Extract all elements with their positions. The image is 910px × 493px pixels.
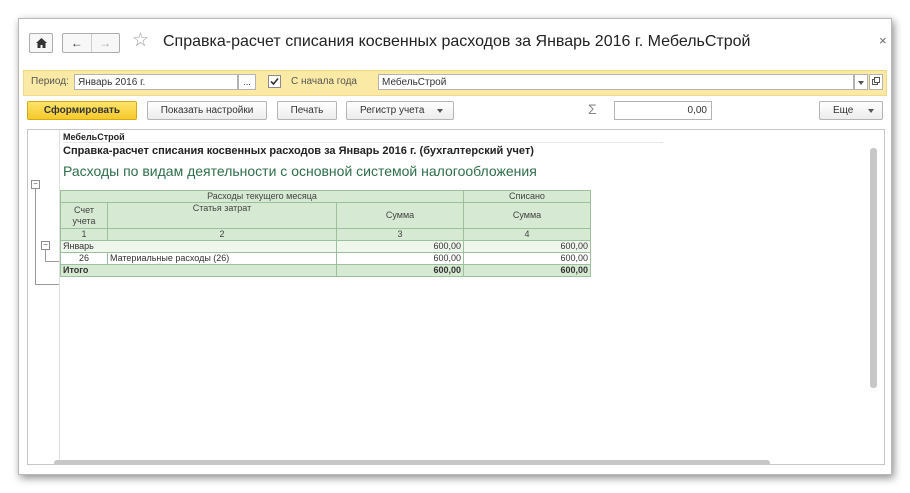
header-account: Счет учета bbox=[60, 202, 108, 229]
sum-sigma-icon: Σ bbox=[588, 101, 597, 117]
back-arrow-icon[interactable]: ← bbox=[63, 34, 92, 52]
checkmark-icon bbox=[270, 77, 279, 86]
header-num-4: 4 bbox=[463, 228, 591, 241]
table-row[interactable]: 26 Материальные расходы (26) 600,00 600,… bbox=[60, 252, 591, 265]
collapse-report-icon[interactable]: − bbox=[31, 180, 40, 189]
open-window-icon bbox=[872, 77, 880, 85]
print-button[interactable]: Печать bbox=[277, 101, 337, 120]
more-button[interactable]: Еще bbox=[819, 101, 883, 120]
horizontal-scrollbar[interactable] bbox=[54, 460, 770, 464]
organization-input[interactable]: МебельСтрой bbox=[378, 74, 854, 90]
home-icon bbox=[35, 38, 47, 48]
home-button[interactable] bbox=[29, 33, 53, 53]
report-title: Справка-расчет списания косвенных расход… bbox=[63, 145, 534, 157]
header-sum: Сумма bbox=[336, 202, 464, 229]
report-table: Расходы текущего месяца Списано Счет уче… bbox=[60, 190, 591, 277]
tree-line bbox=[35, 284, 59, 285]
report-document[interactable]: − − МебельСтрой Справка-расчет списания … bbox=[27, 129, 885, 465]
report-parameters-bar: Период: Январь 2016 г. ... С начала года… bbox=[23, 70, 887, 96]
report-organization: МебельСтрой bbox=[63, 132, 663, 143]
title-bar: ← → ☆ Справка-расчет списания косвенных … bbox=[19, 19, 891, 67]
group-sum: 600,00 bbox=[336, 240, 464, 253]
report-window: ← → ☆ Справка-расчет списания косвенных … bbox=[18, 18, 892, 475]
tree-line bbox=[45, 250, 46, 261]
vertical-scrollbar[interactable] bbox=[870, 148, 877, 388]
total-sum: 600,00 bbox=[336, 264, 464, 277]
header-written-off: Списано bbox=[463, 190, 591, 203]
chevron-down-icon bbox=[868, 109, 874, 113]
total-row: Итого 600,00 600,00 bbox=[60, 264, 591, 277]
row-sum: 600,00 bbox=[336, 252, 464, 265]
row-written: 600,00 bbox=[463, 252, 591, 265]
group-row[interactable]: Январь 600,00 600,00 bbox=[60, 240, 591, 253]
generate-button[interactable]: Сформировать bbox=[27, 101, 137, 120]
group-label: Январь bbox=[60, 240, 337, 253]
favorite-star-icon[interactable]: ☆ bbox=[132, 31, 149, 51]
header-current-expenses: Расходы текущего месяца bbox=[60, 190, 464, 203]
tree-line bbox=[35, 189, 36, 284]
period-input[interactable]: Январь 2016 г. bbox=[74, 74, 238, 90]
report-subtitle: Расходы по видам деятельности с основной… bbox=[63, 163, 537, 179]
header-num-1: 1 bbox=[60, 228, 108, 241]
header-cost-item: Статья затрат bbox=[107, 202, 337, 229]
row-account: 26 bbox=[60, 252, 108, 265]
chevron-down-icon bbox=[858, 81, 864, 85]
register-button[interactable]: Регистр учета bbox=[346, 101, 454, 120]
more-label: Еще bbox=[833, 105, 854, 116]
organization-open-button[interactable] bbox=[869, 74, 883, 90]
row-cost-item: Материальные расходы (26) bbox=[107, 252, 337, 265]
chevron-down-icon bbox=[437, 109, 443, 113]
header-written-sum: Сумма bbox=[463, 202, 591, 229]
from-year-start-label: С начала года bbox=[291, 76, 357, 87]
total-written: 600,00 bbox=[463, 264, 591, 277]
header-num-3: 3 bbox=[336, 228, 464, 241]
forward-arrow-icon[interactable]: → bbox=[92, 34, 120, 52]
header-num-2: 2 bbox=[107, 228, 337, 241]
organization-dropdown-button[interactable] bbox=[854, 74, 868, 90]
period-label: Период: bbox=[31, 76, 69, 87]
period-select-button[interactable]: ... bbox=[238, 74, 256, 90]
show-settings-button[interactable]: Показать настройки bbox=[147, 101, 267, 120]
selected-sum-field: 0,00 bbox=[614, 101, 712, 120]
register-label: Регистр учета bbox=[360, 105, 425, 116]
from-year-start-checkbox[interactable] bbox=[268, 75, 281, 88]
tree-line bbox=[45, 261, 59, 262]
total-label: Итого bbox=[60, 264, 337, 277]
close-icon[interactable]: × bbox=[879, 33, 887, 48]
collapse-group-icon[interactable]: − bbox=[41, 241, 50, 250]
group-written: 600,00 bbox=[463, 240, 591, 253]
navigation-buttons: ← → bbox=[62, 33, 120, 53]
window-title: Справка-расчет списания косвенных расход… bbox=[163, 33, 751, 50]
